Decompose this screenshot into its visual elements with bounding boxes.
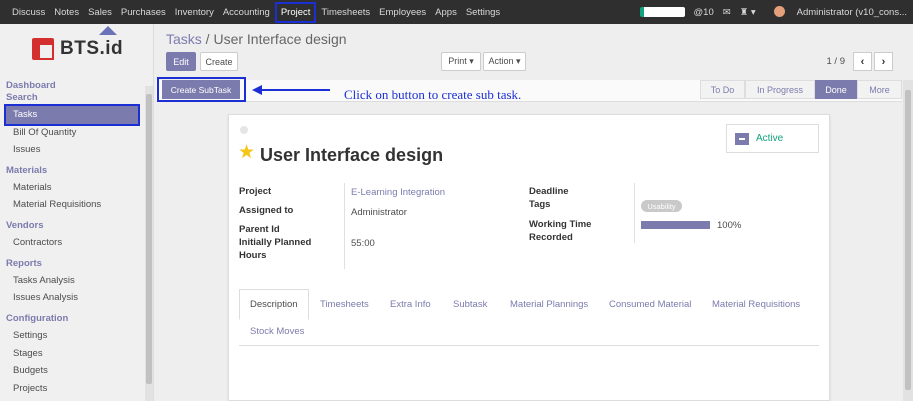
assigned-label: Assigned to xyxy=(239,205,294,216)
tab-subtask[interactable]: Subtask xyxy=(453,299,487,310)
parent-label: Parent Id xyxy=(239,224,280,235)
sidebar-item-tasks-analysis[interactable]: Tasks Analysis xyxy=(13,275,75,286)
tag-badge[interactable]: Usability xyxy=(641,200,682,212)
planned-hours-label: Initially Planned Hours xyxy=(239,237,312,261)
sidebar-item-bom[interactable]: Bill Of Quantity xyxy=(13,127,76,138)
sidebar-section-materials: Materials xyxy=(6,165,48,176)
active-label: Active xyxy=(756,133,784,144)
menu-sales[interactable]: Sales xyxy=(88,7,112,18)
menu-project[interactable]: Project xyxy=(274,1,317,23)
avatar xyxy=(773,6,785,18)
sidebar-item-issues[interactable]: Issues xyxy=(13,144,40,155)
sidebar-item-budgets[interactable]: Budgets xyxy=(13,365,48,376)
sidebar-section-vendors: Vendors xyxy=(6,220,44,231)
tab-description[interactable]: Description xyxy=(239,289,309,320)
sidebar-scrollbar[interactable] xyxy=(145,86,153,401)
field-divider xyxy=(344,183,345,269)
sidebar-item-settings[interactable]: Settings xyxy=(13,330,47,341)
breadcrumb-tasks[interactable]: Tasks xyxy=(166,31,202,47)
edit-button[interactable]: Edit xyxy=(166,52,196,71)
sidebar-section-reports: Reports xyxy=(6,258,42,269)
menu-purchases[interactable]: Purchases xyxy=(121,7,166,18)
tags-label: Tags xyxy=(529,199,551,210)
stage-todo[interactable]: To Do xyxy=(700,80,745,99)
debug-indicator xyxy=(639,7,685,17)
priority-dot[interactable] xyxy=(240,126,248,134)
sidebar-section-search[interactable]: Search xyxy=(6,92,38,103)
stage-in-progress[interactable]: In Progress xyxy=(745,80,815,99)
menu-inventory[interactable]: Inventory xyxy=(175,7,214,18)
tab-timesheets[interactable]: Timesheets xyxy=(320,299,369,310)
deadline-label: Deadline xyxy=(529,186,569,197)
archive-icon xyxy=(735,133,749,145)
star-icon[interactable]: ★ xyxy=(238,143,255,162)
chevron-left-icon: ‹ xyxy=(860,55,865,68)
tab-stock-moves[interactable]: Stock Moves xyxy=(250,326,304,337)
project-label: Project xyxy=(239,186,272,197)
menu-discuss[interactable]: Discuss xyxy=(12,7,45,18)
user-menu[interactable]: Administrator (v10_cons... xyxy=(765,6,907,18)
breadcrumb: Tasks / User Interface design xyxy=(166,31,347,47)
main-scrollbar[interactable] xyxy=(903,80,913,401)
assigned-field[interactable]: Administrator xyxy=(351,207,407,218)
annotation-arrow-line xyxy=(261,89,330,91)
progress-fill xyxy=(641,221,710,229)
pager-value[interactable]: 1 / 9 xyxy=(827,56,846,67)
sidebar-item-projects[interactable]: Projects xyxy=(13,383,47,394)
highlight-box xyxy=(157,77,246,102)
pager: 1 / 9 ‹ › xyxy=(827,52,893,71)
menu-timesheets[interactable]: Timesheets xyxy=(321,7,370,18)
sidebar-section-dashboard[interactable]: Dashboard xyxy=(6,80,56,91)
breadcrumb-separator: / xyxy=(201,31,214,47)
pager-next-button[interactable]: › xyxy=(874,52,893,71)
working-time-label: Working Time Recorded xyxy=(529,219,592,243)
tab-extra-info[interactable]: Extra Info xyxy=(390,299,431,310)
tab-consumed-material[interactable]: Consumed Material xyxy=(609,299,691,310)
annotation-text: Click on button to create sub task. xyxy=(344,87,522,102)
field-divider xyxy=(634,183,635,243)
scrollbar-thumb[interactable] xyxy=(146,94,152,384)
activity-icon[interactable]: ♜ ▾ xyxy=(740,7,756,18)
sidebar-item-contractors[interactable]: Contractors xyxy=(13,237,62,248)
chevron-right-icon: › xyxy=(881,55,886,68)
action-dropdown[interactable]: Action ▾ xyxy=(483,52,526,71)
systray: @10 ✉ ♜ ▾ Administrator (v10_cons... xyxy=(639,0,907,24)
working-time-progress xyxy=(641,221,710,229)
project-field[interactable]: E-Learning Integration xyxy=(351,187,445,198)
notebook-tabs xyxy=(239,289,819,346)
sidebar-item-tasks[interactable]: Tasks xyxy=(4,104,140,126)
menu-apps[interactable]: Apps xyxy=(435,7,457,18)
print-dropdown[interactable]: Print ▾ xyxy=(441,52,481,71)
record-title: User Interface design xyxy=(260,145,444,165)
company-logo[interactable]: BTS.id xyxy=(32,38,123,60)
menu-employees[interactable]: Employees xyxy=(379,7,426,18)
sidebar-item-materials[interactable]: Materials xyxy=(13,182,52,193)
sidebar-section-configuration: Configuration xyxy=(6,313,69,324)
active-toggle-button[interactable]: Active xyxy=(726,124,819,153)
chat-icon[interactable]: ✉ xyxy=(723,7,731,18)
mentions-counter[interactable]: @10 xyxy=(694,7,714,18)
stage-more[interactable]: More xyxy=(857,80,902,99)
create-button[interactable]: Create xyxy=(200,52,238,71)
menu-accounting[interactable]: Accounting xyxy=(223,7,270,18)
sidebar-item-material-requisitions[interactable]: Material Requisitions xyxy=(13,199,101,210)
main-menu: Discuss Notes Sales Purchases Inventory … xyxy=(12,0,509,24)
logo-icon xyxy=(32,38,54,60)
sidebar-item-stages[interactable]: Stages xyxy=(13,348,43,359)
breadcrumb-current: User Interface design xyxy=(213,31,347,47)
working-time-value: 100% xyxy=(717,220,742,231)
sidebar-item-issues-analysis[interactable]: Issues Analysis xyxy=(13,292,78,303)
stage-done[interactable]: Done xyxy=(815,80,857,99)
menu-notes[interactable]: Notes xyxy=(54,7,79,18)
tab-material-plannings[interactable]: Material Plannings xyxy=(510,299,588,310)
top-navbar: Discuss Notes Sales Purchases Inventory … xyxy=(0,0,913,24)
planned-hours-field[interactable]: 55:00 xyxy=(351,238,375,249)
menu-settings[interactable]: Settings xyxy=(466,7,500,18)
pager-previous-button[interactable]: ‹ xyxy=(853,52,872,71)
tab-material-requisitions[interactable]: Material Requisitions xyxy=(712,299,800,310)
user-name: Administrator (v10_cons... xyxy=(796,6,907,18)
caret-up-icon xyxy=(99,26,117,35)
logo-text: BTS.id xyxy=(60,38,124,59)
scrollbar-thumb[interactable] xyxy=(905,90,911,390)
